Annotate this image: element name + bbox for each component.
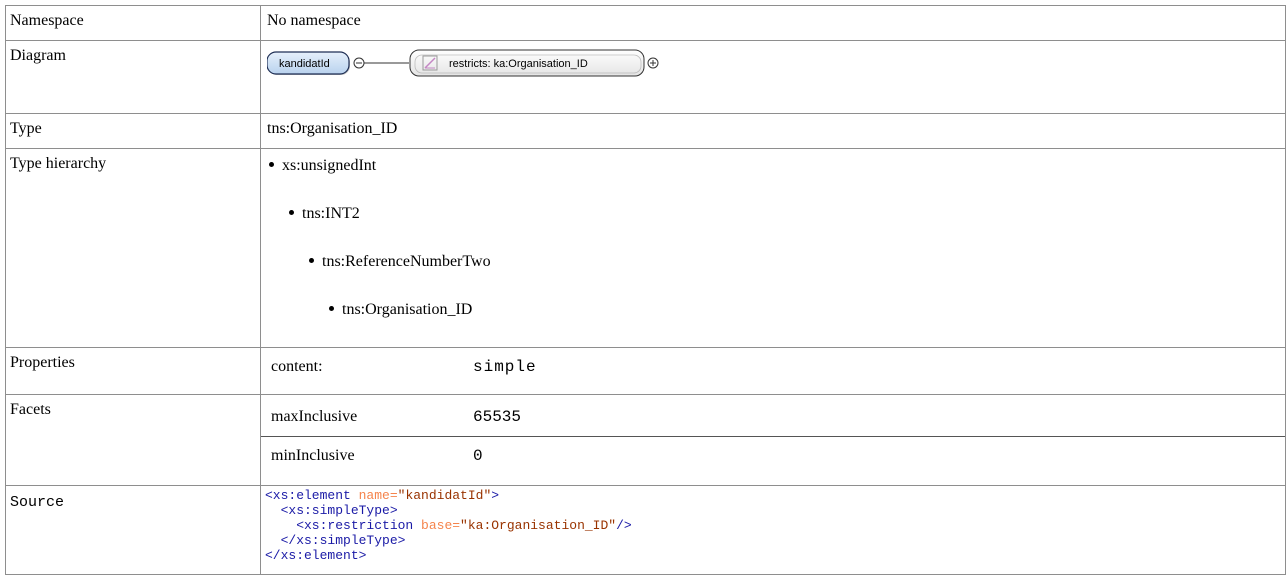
code-tag: <xs:restriction [265, 518, 414, 533]
code-tag: <xs:element [265, 488, 351, 503]
hierarchy-type-0: xs:unsignedInt [282, 157, 377, 174]
property-key: content: [271, 358, 323, 375]
bullet-icon [289, 209, 294, 215]
diagram-cell: kandidatId restricts: ka:Organisation_ID [260, 40, 1286, 114]
list-item: tns:ReferenceNumberTwo [267, 251, 1279, 299]
code-tag: > [491, 488, 500, 503]
list-item: xs:unsignedInt [267, 155, 1279, 203]
bullet-icon [329, 305, 334, 311]
namespace-value: No namespace [260, 5, 1286, 41]
properties-label: Properties [5, 347, 261, 395]
facet-max-inclusive: maxInclusive 65535 [267, 398, 1279, 436]
properties-row: Properties content: simple [5, 347, 1286, 395]
properties-cell: content: simple [260, 347, 1286, 395]
list-item: tns:INT2 [267, 203, 1279, 251]
type-row: Type tns:Organisation_ID [5, 113, 1286, 149]
hierarchy-type-2: tns:ReferenceNumberTwo [322, 253, 491, 270]
hierarchy-type-1: tns:INT2 [302, 205, 360, 222]
source-row: Source <xs:element name="kandidatId"> <x… [5, 485, 1286, 575]
code-tag: <xs:simpleType> [265, 503, 398, 518]
source-label: Source [5, 485, 261, 575]
namespace-label: Namespace [5, 5, 261, 41]
facet-min-inclusive: minInclusive 0 [267, 437, 1279, 475]
namespace-row: Namespace No namespace [5, 5, 1286, 41]
schema-diagram: kandidatId restricts: ka:Organisation_ID [267, 46, 1279, 96]
source-cell: <xs:element name="kandidatId"> <xs:simpl… [260, 485, 1286, 575]
facet-value: 65535 [473, 408, 522, 426]
facets-list: maxInclusive 65535 minInclusive 0 [261, 398, 1285, 475]
schema-doc-table: Namespace No namespace Diagram kandidatI… [5, 5, 1286, 575]
facets-cell: maxInclusive 65535 minInclusive 0 [260, 394, 1286, 486]
code-attr: name= [350, 488, 398, 503]
element-name-text: kandidatId [279, 58, 330, 70]
facet-key: minInclusive [271, 447, 355, 464]
type-hierarchy-row: Type hierarchy xs:unsignedInt tns:INT2 t… [5, 148, 1286, 348]
list-item: tns:Organisation_ID [267, 299, 1279, 347]
bullet-icon [309, 257, 314, 263]
property-content: content: simple [267, 352, 1279, 382]
restriction-node[interactable]: restricts: ka:Organisation_ID [409, 49, 645, 77]
type-hierarchy-list: xs:unsignedInt tns:INT2 tns:ReferenceNum… [267, 155, 1279, 347]
facet-value: 0 [473, 447, 483, 465]
restriction-text: restricts: ka:Organisation_ID [449, 58, 588, 70]
code-value: "ka:Organisation_ID" [460, 518, 617, 533]
code-attr: base= [413, 518, 461, 533]
element-node[interactable]: kandidatId [267, 51, 350, 75]
type-hierarchy-cell: xs:unsignedInt tns:INT2 tns:ReferenceNum… [260, 148, 1286, 348]
type-value: tns:Organisation_ID [260, 113, 1286, 149]
facet-key: maxInclusive [271, 408, 358, 425]
source-code: <xs:element name="kandidatId"> <xs:simpl… [265, 488, 1279, 563]
facets-label: Facets [5, 394, 261, 486]
code-value: "kandidatId" [397, 488, 492, 503]
property-value: simple [473, 358, 537, 376]
code-tag: /> [616, 518, 632, 533]
minus-circle-icon[interactable] [353, 57, 365, 69]
diagram-label: Diagram [5, 40, 261, 114]
plus-circle-icon[interactable] [647, 57, 659, 69]
code-tag: </xs:element> [265, 548, 367, 563]
hierarchy-type-3: tns:Organisation_ID [342, 301, 473, 318]
diagram-row: Diagram kandidatId restricts: ka:Organis… [5, 40, 1286, 114]
type-hierarchy-label: Type hierarchy [5, 148, 261, 348]
type-label: Type [5, 113, 261, 149]
bullet-icon [269, 161, 274, 167]
facets-row: Facets maxInclusive 65535 minInclusive 0 [5, 394, 1286, 486]
code-tag: </xs:simpleType> [265, 533, 406, 548]
